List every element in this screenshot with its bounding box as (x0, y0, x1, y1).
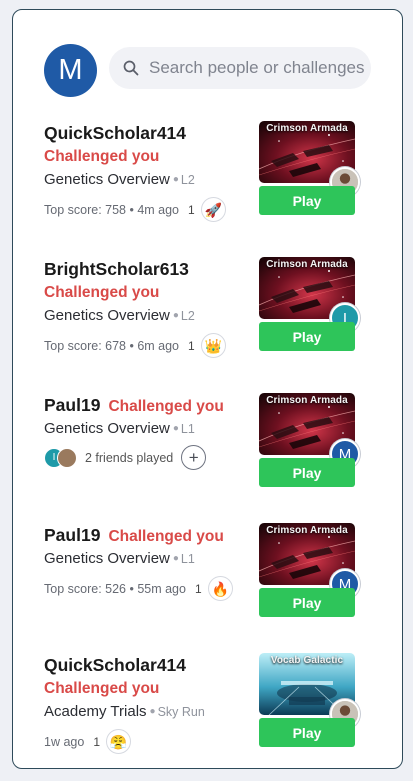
my-avatar[interactable]: M (44, 44, 97, 97)
score-time: 1w ago (44, 734, 85, 749)
topic-name: Genetics Overview (44, 171, 170, 188)
challenge-item: QuickScholar414 Challenged you Genetics … (13, 120, 402, 240)
search-icon (123, 60, 139, 76)
play-button[interactable]: Play (259, 186, 355, 215)
fire-reaction-icon[interactable]: 🔥 (207, 576, 233, 601)
challenge-topic: Academy Trials ● Sky Run (44, 703, 205, 720)
reaction-count: 1 (93, 734, 100, 749)
game-title: Crimson Armada (266, 395, 348, 406)
play-button[interactable]: Play (259, 458, 355, 487)
score-time: Top score: 758 • 4m ago (44, 202, 180, 217)
challenge-topic: Genetics Overview ● L2 (44, 171, 195, 188)
challenge-topic: Genetics Overview ● L2 (44, 307, 195, 324)
my-avatar-initial: M (58, 54, 83, 86)
challenge-meta: Top score: 526 • 55m ago 1 🔥 (44, 576, 233, 601)
challenge-meta: Top score: 758 • 4m ago 1 🚀 (44, 197, 226, 222)
topic-name: Academy Trials (44, 703, 147, 720)
challenger-name[interactable]: BrightScholar613 (44, 259, 189, 280)
search-input[interactable]: Search people or challenges (109, 47, 371, 89)
bottom-edge (0, 769, 413, 781)
topic-level: L2 (180, 173, 195, 187)
crown-reaction-icon[interactable]: 👑 (200, 333, 226, 358)
challenge-meta: Top score: 678 • 6m ago 1 👑 (44, 333, 226, 358)
topic-name: Genetics Overview (44, 307, 170, 324)
reaction-count: 1 (188, 338, 195, 353)
topic-level: Sky Run (157, 705, 205, 719)
challenge-status: Challenged you (108, 528, 224, 545)
challenger-name[interactable]: QuickScholar414 (44, 123, 186, 144)
game-title: Crimson Armada (266, 525, 348, 536)
game-title: Vocab Galactic (270, 655, 344, 666)
challenge-status: Challenged you (44, 284, 160, 301)
play-button[interactable]: Play (259, 322, 355, 351)
score-time: Top score: 526 • 55m ago (44, 581, 186, 596)
steam-face-reaction-icon[interactable]: 😤 (106, 729, 131, 754)
challenge-meta: 1w ago 1 😤 (44, 729, 131, 754)
reaction-count: 1 (188, 202, 195, 217)
friends-played-text: 2 friends played (85, 450, 174, 465)
challenger-name: Paul19 Challenged you (44, 525, 224, 546)
challenge-status: Challenged you (44, 680, 160, 697)
rocket-reaction-icon[interactable]: 🚀 (200, 197, 226, 222)
challenge-item: QuickScholar414 Challenged you Academy T… (13, 652, 402, 768)
add-friend-icon[interactable]: + (181, 445, 207, 470)
challenge-topic: Genetics Overview ● L1 (44, 550, 195, 567)
challenge-item: Paul19 Challenged you Genetics Overview ● L… (13, 522, 402, 642)
topic-level: L2 (180, 309, 195, 323)
friends-played-row: I 2 friends played + (44, 445, 207, 470)
challenge-topic: Genetics Overview ● L1 (44, 420, 195, 437)
reaction-count: 1 (194, 581, 202, 596)
play-button[interactable]: Play (259, 588, 355, 617)
topic-name: Genetics Overview (44, 550, 170, 567)
friend-photo-avatar (57, 447, 77, 468)
challenge-item: BrightScholar613 Challenged you Genetics… (13, 256, 402, 376)
challenge-status: Challenged you (44, 148, 160, 165)
game-title: Crimson Armada (266, 259, 348, 270)
challenge-item: Paul19 Challenged you Genetics Overview ● L… (13, 392, 402, 512)
search-placeholder: Search people or challenges (149, 58, 365, 77)
play-button[interactable]: Play (259, 718, 355, 747)
topic-level: L1 (180, 552, 195, 566)
challenger-name-text[interactable]: Paul19 (44, 395, 100, 415)
game-title: Crimson Armada (266, 123, 348, 134)
challenger-name: Paul19 Challenged you (44, 395, 224, 416)
topic-level: L1 (180, 422, 195, 436)
challenges-panel: M Search people or challenges QuickSchol… (12, 9, 403, 769)
score-time: Top score: 678 • 6m ago (44, 338, 180, 353)
challenge-status: Challenged you (108, 398, 224, 415)
challenger-name[interactable]: QuickScholar414 (44, 655, 186, 676)
challenger-name-text[interactable]: Paul19 (44, 525, 100, 545)
topic-name: Genetics Overview (44, 420, 170, 437)
